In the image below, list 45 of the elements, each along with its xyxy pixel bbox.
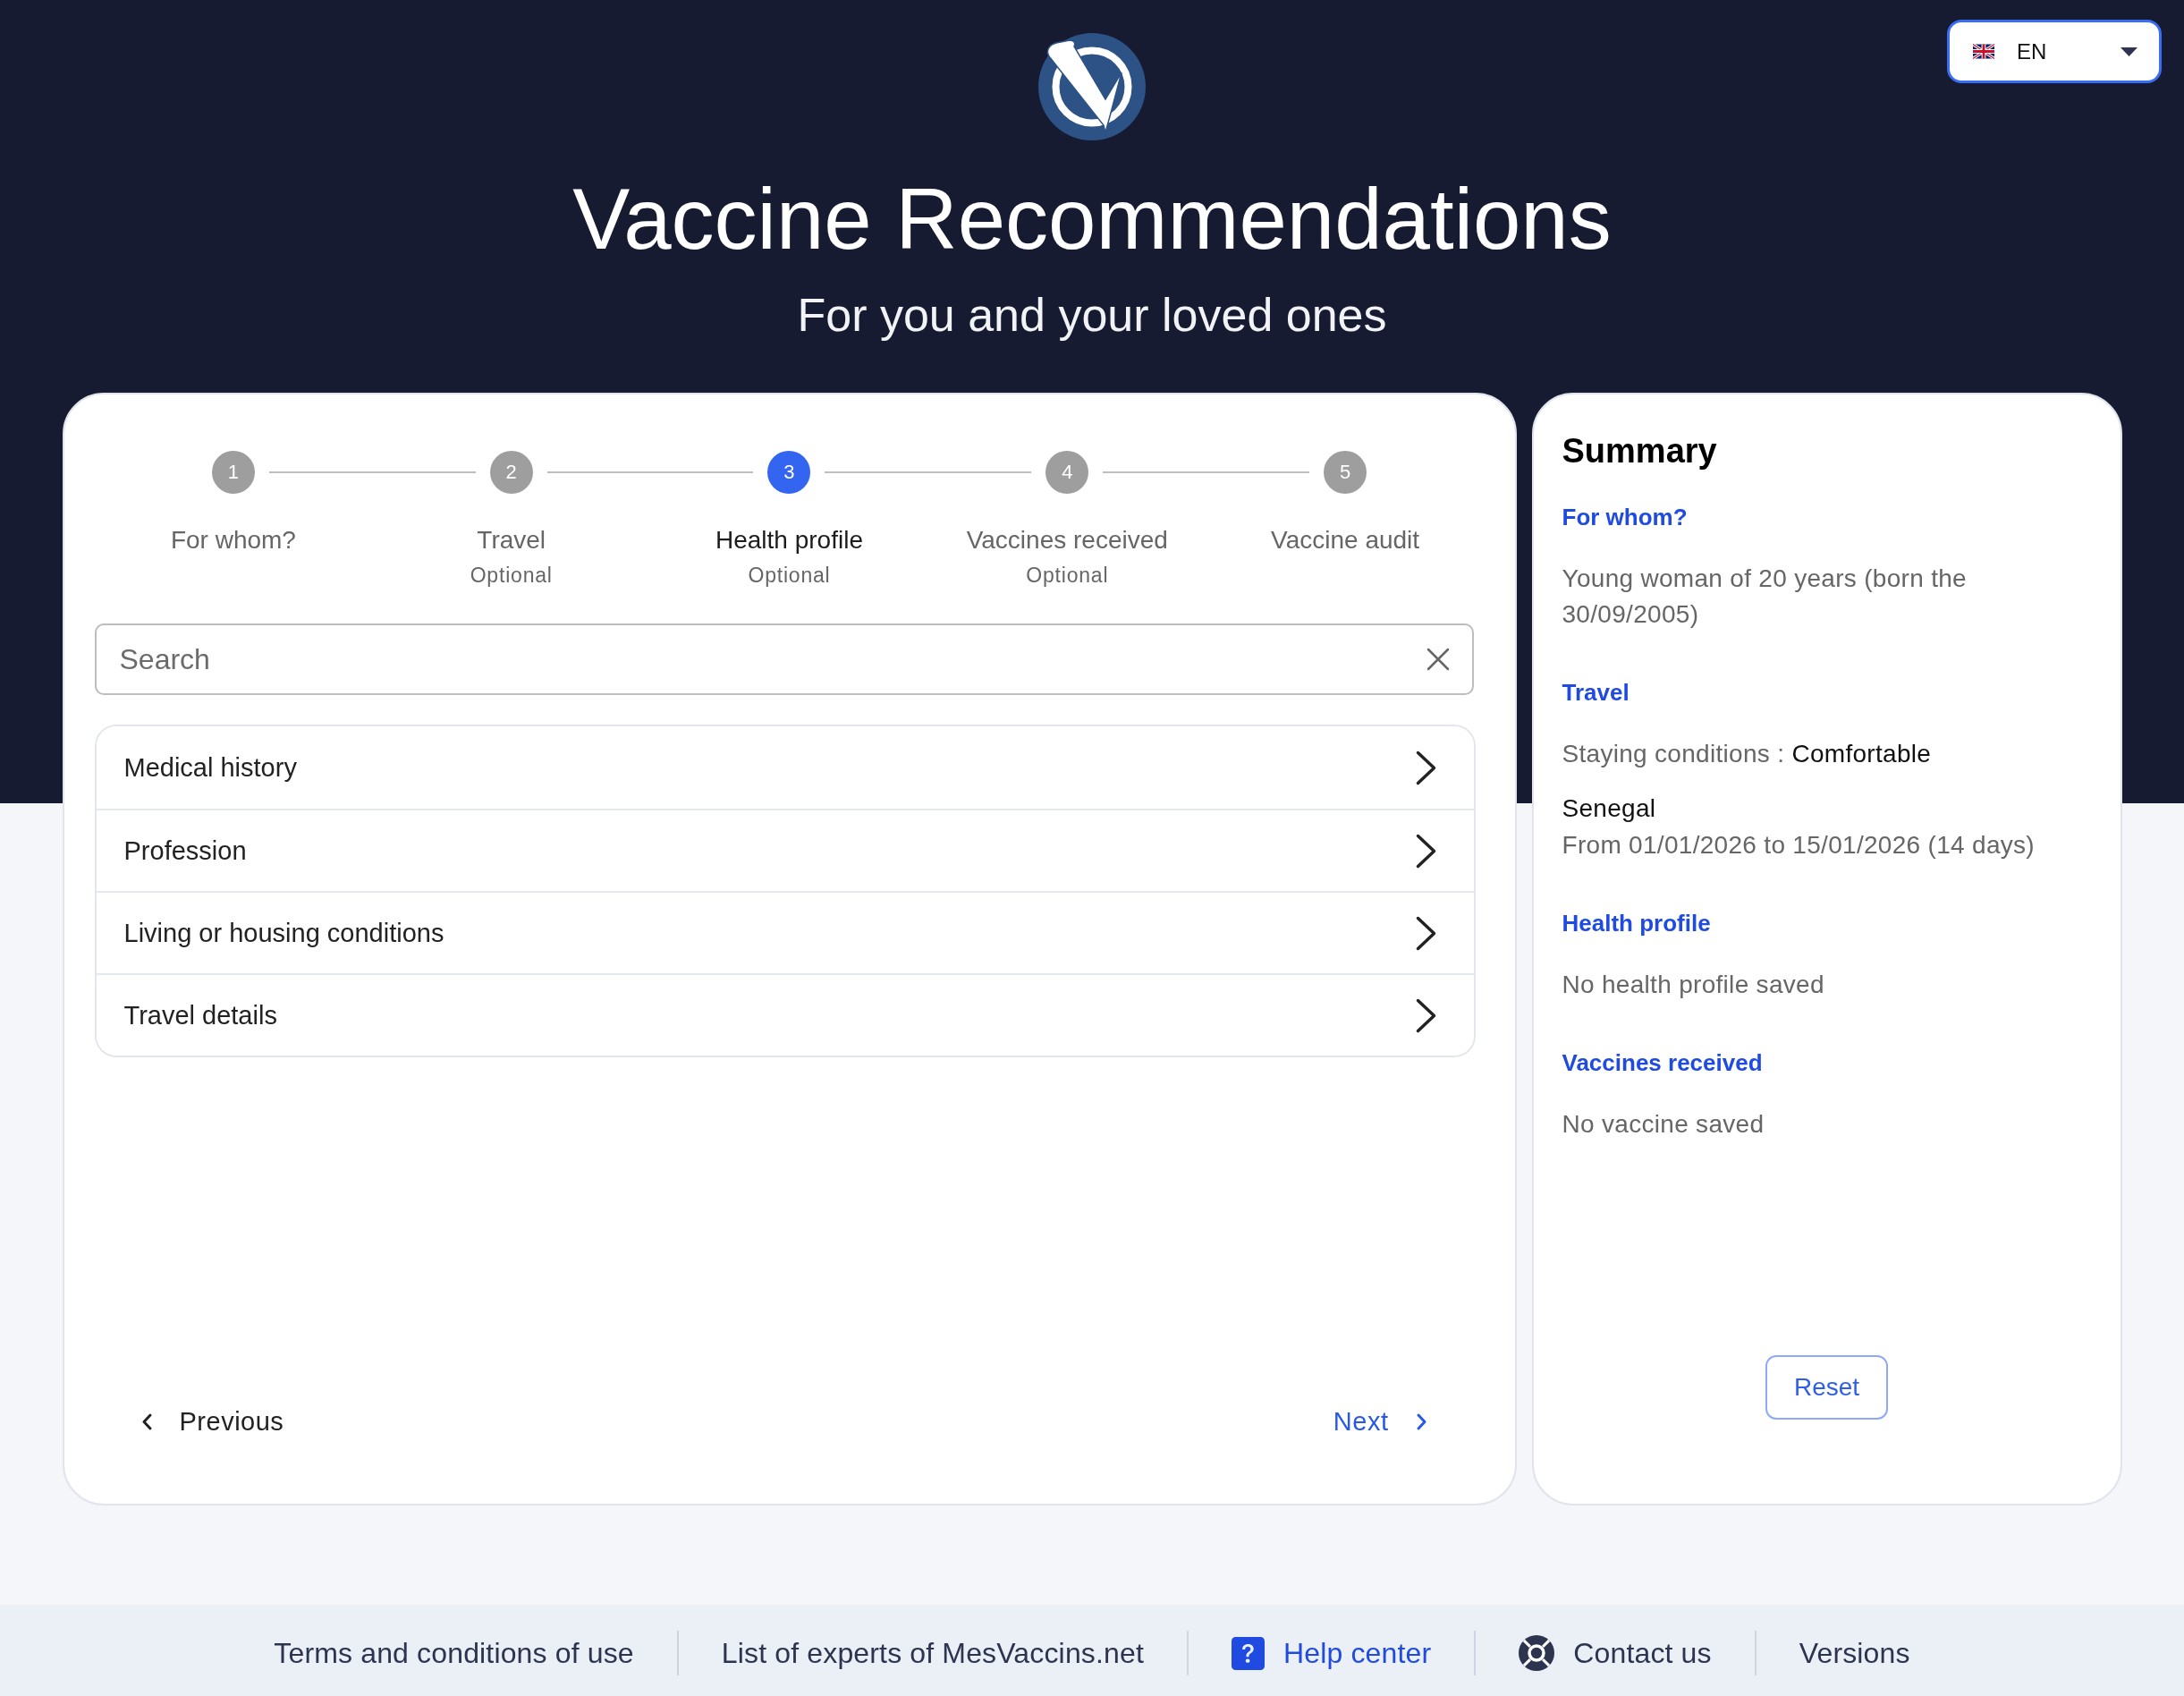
summary-text: Young woman of 20 years (born the 30/09/2005) <box>1562 564 1968 630</box>
step-label: Vaccines received <box>966 525 1168 555</box>
step-circle[interactable]: 3 <box>767 451 811 494</box>
step-sublabel: Optional <box>748 563 831 589</box>
summary-text: No vaccine saved <box>1562 1109 1765 1140</box>
chevron-right-icon <box>1414 996 1437 1034</box>
footer-link[interactable]: Contact us <box>1519 1635 1712 1671</box>
step-label: For whom? <box>170 525 296 555</box>
travel-dates: From 01/01/2026 to 15/01/2026 (14 days) <box>1562 830 2036 861</box>
destination-country: Senegal <box>1562 793 1657 824</box>
footer-link[interactable]: Terms and conditions of use <box>274 1636 634 1670</box>
help-icon <box>1231 1636 1265 1670</box>
footer-link[interactable]: Help center <box>1231 1636 1432 1670</box>
next-button[interactable]: Next <box>1325 1399 1435 1444</box>
step-sublabel: Optional <box>1026 563 1109 589</box>
footer-link[interactable]: Versions <box>1799 1636 1910 1670</box>
chevron-right-icon <box>1415 1412 1427 1431</box>
chevron-right-icon <box>1414 914 1437 952</box>
search-field[interactable]: Search <box>94 623 1474 695</box>
close-icon[interactable] <box>1426 648 1450 671</box>
footer-link[interactable]: List of experts of MesVaccins.net <box>721 1636 1144 1670</box>
flag-icon <box>1973 44 1994 59</box>
lifebuoy-icon <box>1519 1635 1555 1671</box>
page-title: Vaccine Recommendations <box>572 170 1612 268</box>
section-heading: For whom? <box>1562 503 1689 532</box>
chevron-right-icon <box>1414 749 1437 786</box>
previous-button[interactable]: Previous <box>133 1399 292 1444</box>
section-heading: Travel <box>1562 678 1630 708</box>
page-subtitle: For you and your loved ones <box>797 288 1387 343</box>
section-heading: Health profile <box>1562 909 1712 938</box>
summary-field-text: Staying conditions : Comfortable <box>1562 739 1933 769</box>
step-label: Travel <box>477 525 546 555</box>
chevron-left-icon <box>140 1412 153 1431</box>
reset-button[interactable]: Reset <box>1765 1355 1888 1420</box>
step-label: Vaccine audit <box>1271 525 1420 555</box>
caret-icon <box>2121 47 2137 56</box>
logo-icon <box>1038 33 1146 140</box>
chevron-right-icon <box>1414 832 1437 869</box>
category-item[interactable]: Travel details <box>96 973 1474 1056</box>
summary-text: No health profile saved <box>1562 970 1825 1000</box>
step-label: Health profile <box>715 525 863 555</box>
language-select[interactable]: EN <box>1947 20 2162 83</box>
summary-title: Summary <box>1562 431 1718 471</box>
section-heading: Vaccines received <box>1562 1048 1764 1078</box>
step-sublabel: Optional <box>470 563 553 589</box>
